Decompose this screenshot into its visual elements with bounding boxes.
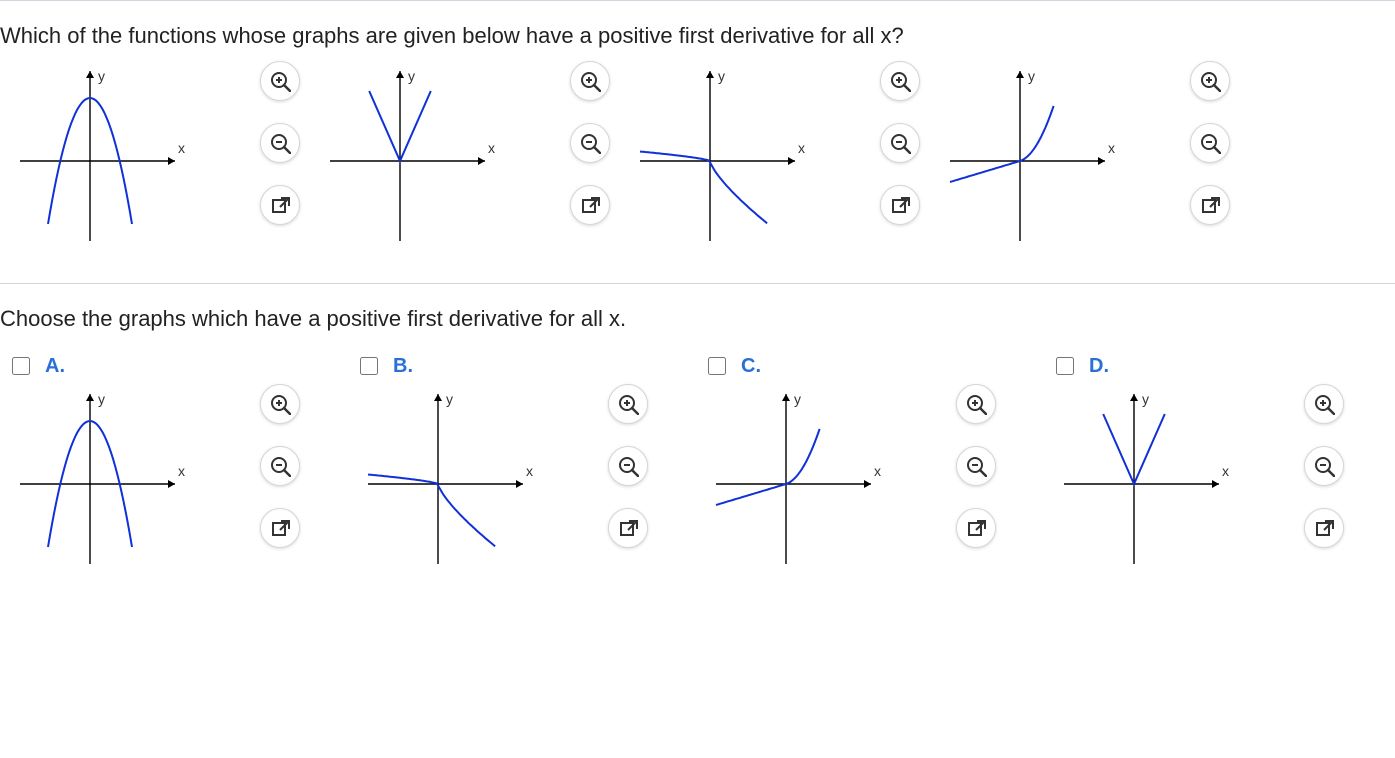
graph-panel: y x [0,61,310,261]
graph-panel: y x [696,384,1006,584]
axis-label-y: y [718,68,725,84]
axis-label-y: y [98,68,105,84]
graph-panel: y x [0,384,310,584]
answer-row: A. y x B. [0,354,1395,584]
axis-label-x: x [526,463,533,479]
graph-plot: y x [0,61,200,251]
zoom-out-button[interactable] [260,123,300,163]
zoom-out-button[interactable] [956,446,996,486]
popout-button[interactable] [608,508,648,548]
axis-label-x: x [874,463,881,479]
zoom-out-button[interactable] [880,123,920,163]
zoom-out-button[interactable] [608,446,648,486]
axis-label-x: x [178,463,185,479]
answer-header[interactable]: D. [1052,354,1109,378]
graph-plot: y x [620,61,820,251]
zoom-out-button[interactable] [1304,446,1344,486]
axis-label-x: x [798,140,805,156]
answer-checkbox[interactable] [1056,357,1074,375]
graph-plot: y x [0,384,200,574]
popout-button[interactable] [260,185,300,225]
popout-button[interactable] [570,185,610,225]
graph-panel: y x [310,61,620,261]
zoom-out-button[interactable] [260,446,300,486]
popout-button[interactable] [956,508,996,548]
zoom-out-button[interactable] [1190,123,1230,163]
graph-plot: y x [1044,384,1244,574]
graph-plot: y x [696,384,896,574]
zoom-in-button[interactable] [1190,61,1230,101]
axis-label-x: x [178,140,185,156]
popout-button[interactable] [260,508,300,548]
answer-label: B. [393,355,413,378]
answer-header[interactable]: C. [704,354,761,378]
graph-panel: y x [620,61,930,261]
answer-option: A. y x [0,354,348,584]
answer-checkbox[interactable] [360,357,378,375]
zoom-in-button[interactable] [1304,384,1344,424]
graph-panel: y x [1044,384,1354,584]
axis-label-y: y [794,391,801,407]
answer-checkbox[interactable] [12,357,30,375]
zoom-out-button[interactable] [570,123,610,163]
popout-button[interactable] [1190,185,1230,225]
answer-header[interactable]: A. [8,354,65,378]
zoom-in-button[interactable] [260,384,300,424]
instruction-text: Choose the graphs which have a positive … [0,292,1395,346]
answer-checkbox[interactable] [708,357,726,375]
axis-label-y: y [446,391,453,407]
axis-label-y: y [1028,68,1035,84]
top-graph-row: y x y x [0,61,1395,261]
graph-plot: y x [310,61,510,251]
answer-label: C. [741,355,761,378]
axis-label-y: y [98,391,105,407]
popout-button[interactable] [880,185,920,225]
axis-label-x: x [1222,463,1229,479]
zoom-in-button[interactable] [260,61,300,101]
zoom-in-button[interactable] [880,61,920,101]
answer-label: A. [45,355,65,378]
axis-label-y: y [1142,391,1149,407]
graph-panel: y x [930,61,1240,261]
answer-header[interactable]: B. [356,354,413,378]
axis-label-x: x [488,140,495,156]
zoom-in-button[interactable] [956,384,996,424]
answer-option: B. y x [348,354,696,584]
graph-panel: y x [348,384,658,584]
answer-option: C. y x [696,354,1044,584]
graph-plot: y x [348,384,548,574]
zoom-in-button[interactable] [570,61,610,101]
graph-plot: y x [930,61,1130,251]
zoom-in-button[interactable] [608,384,648,424]
popout-button[interactable] [1304,508,1344,548]
question-text: Which of the functions whose graphs are … [0,9,1395,61]
axis-label-y: y [408,68,415,84]
answer-label: D. [1089,355,1109,378]
axis-label-x: x [1108,140,1115,156]
answer-option: D. y x [1044,354,1392,584]
